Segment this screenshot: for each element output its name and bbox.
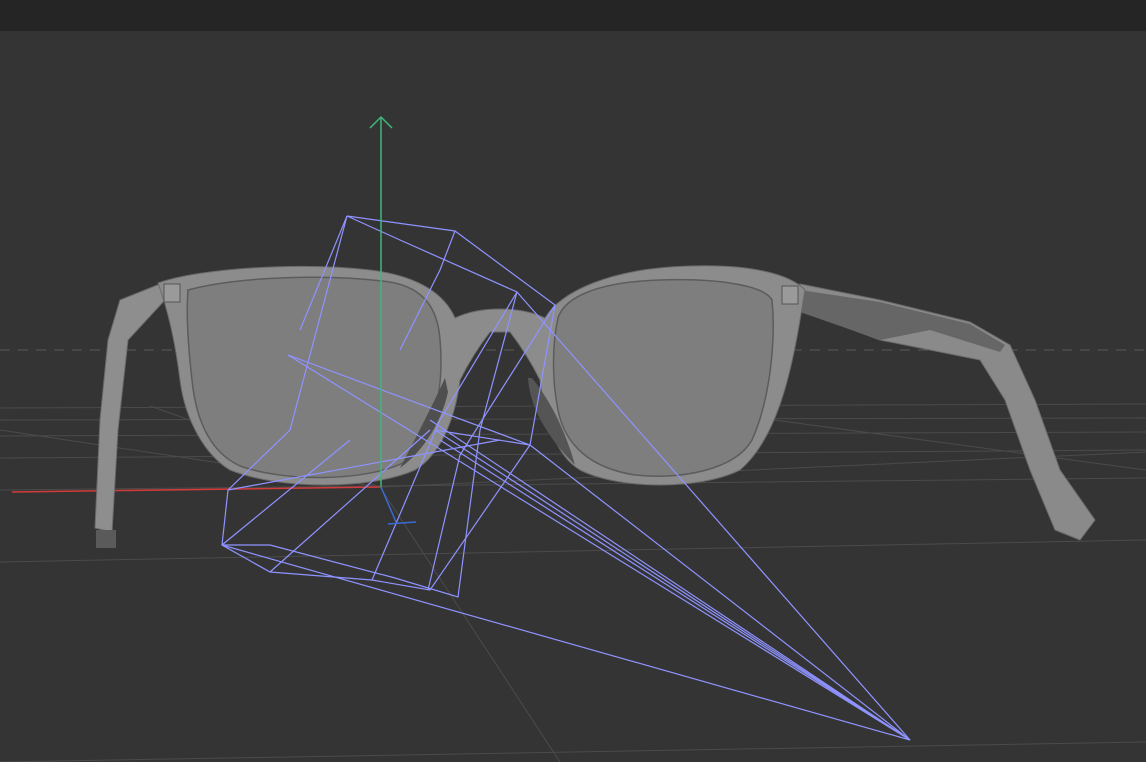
3d-viewer-app — [0, 0, 1146, 762]
grid-line — [0, 539, 1146, 563]
z-axis-line — [380, 486, 397, 523]
left-hinge-icon — [163, 283, 181, 303]
right-lens — [552, 278, 774, 477]
camera-ray — [529, 444, 911, 741]
camera-ray — [221, 544, 911, 741]
3d-viewport[interactable] — [0, 31, 1146, 762]
grid-line — [379, 486, 561, 762]
right-hinge-icon — [781, 285, 799, 305]
left-temple-tip — [96, 530, 116, 548]
grid-line — [0, 477, 1146, 491]
top-toolbar — [0, 0, 1146, 32]
left-lens — [186, 276, 442, 479]
eyeglasses-model[interactable] — [94, 265, 1096, 548]
grid-line — [0, 741, 1146, 762]
viewport-scene — [0, 115, 1146, 762]
z-axis-arrow-icon — [387, 521, 417, 525]
